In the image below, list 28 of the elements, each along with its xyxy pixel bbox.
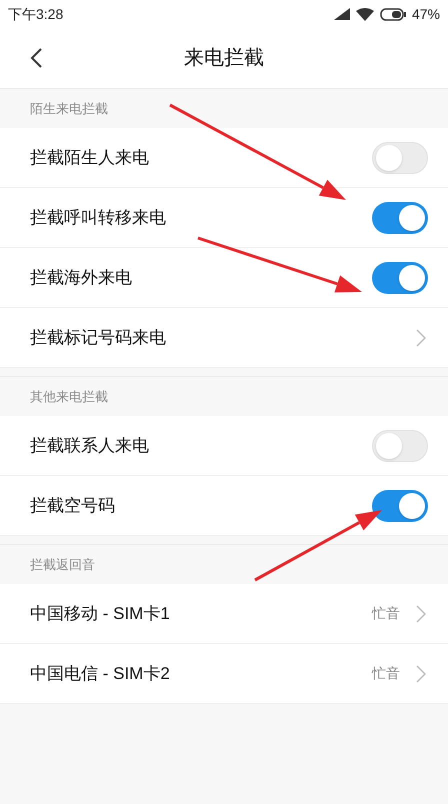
chevron-right-icon	[416, 328, 426, 346]
page-title: 来电拦截	[184, 46, 264, 71]
status-time: 下午3:28	[8, 4, 64, 24]
section-header: 其他来电拦截	[30, 388, 108, 406]
row-label: 拦截呼叫转移来电	[30, 206, 167, 229]
battery-level: 47%	[412, 4, 440, 24]
chevron-right-icon	[416, 664, 426, 682]
row-label: 中国移动 - SIM卡1	[30, 602, 171, 625]
row-label: 拦截陌生人来电	[30, 146, 150, 169]
row-label: 中国电信 - SIM卡2	[30, 662, 171, 685]
row-label: 拦截海外来电	[30, 266, 133, 289]
wifi-icon	[356, 8, 374, 20]
row-label: 拦截标记号码来电	[30, 326, 167, 349]
signal-icon	[334, 8, 350, 20]
toggle-switch[interactable]	[372, 490, 428, 522]
toggle-switch[interactable]	[372, 262, 428, 294]
row-label: 拦截空号码	[30, 494, 116, 517]
section-header: 陌生来电拦截	[30, 100, 108, 118]
battery-icon	[380, 8, 406, 20]
row-value: 忙音	[372, 664, 400, 683]
row-value: 忙音	[372, 604, 400, 623]
row-label: 拦截联系人来电	[30, 434, 150, 457]
toggle-switch[interactable]	[372, 142, 428, 174]
section-header: 拦截返回音	[30, 556, 95, 574]
chevron-right-icon	[416, 604, 426, 622]
toggle-switch[interactable]	[372, 430, 428, 462]
toggle-switch[interactable]	[372, 202, 428, 234]
back-icon[interactable]	[30, 48, 42, 68]
